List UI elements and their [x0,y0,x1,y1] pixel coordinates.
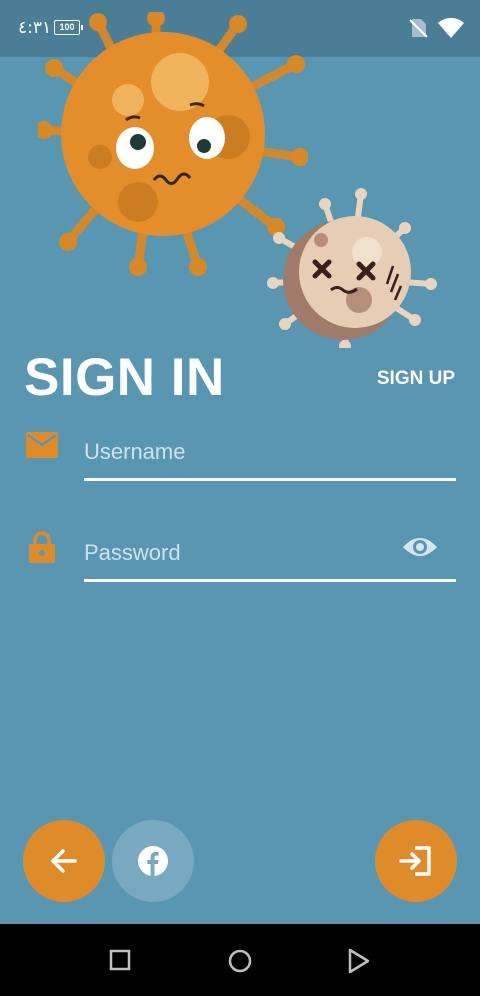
login-button[interactable] [375,820,457,902]
no-sim-icon [409,19,428,38]
wifi-icon [438,17,464,38]
home-icon[interactable] [227,948,253,974]
nav-back-icon[interactable] [347,948,371,974]
username-input[interactable] [84,425,456,481]
facebook-icon [138,846,168,876]
eye-icon[interactable] [402,533,438,561]
mail-icon [26,432,58,458]
login-icon [399,846,431,876]
back-button[interactable] [23,820,105,902]
page-title: SIGN IN [24,348,225,407]
navigation-bar [0,924,480,996]
sign-up-link[interactable]: SIGN UP [377,368,455,390]
arrow-left-icon [51,849,77,873]
facebook-button[interactable] [112,820,194,902]
virus-illustration-small [267,188,437,348]
recent-apps-icon[interactable] [108,948,132,972]
lock-icon [29,531,55,563]
password-input[interactable] [84,526,456,582]
